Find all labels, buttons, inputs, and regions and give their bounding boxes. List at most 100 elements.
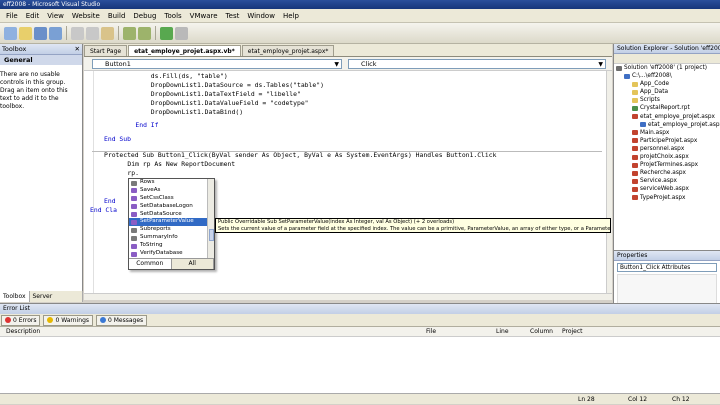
tree-item[interactable]: App_Data [614, 88, 720, 96]
close-icon[interactable]: ✕ [75, 44, 80, 54]
tab-common[interactable]: Common [129, 259, 172, 269]
copy-icon[interactable] [86, 26, 99, 40]
file-icon [632, 138, 638, 144]
menu-bar: File Edit View Website Build Debug Tools… [0, 9, 720, 23]
tree-item[interactable]: ParticipeProjet.aspx [614, 137, 720, 145]
errors-filter-button[interactable]: 0 Errors [1, 314, 41, 326]
completion-item[interactable]: Subreports [129, 226, 208, 234]
tree-item-label: CrystalReport.rpt [640, 105, 690, 112]
messages-filter-button[interactable]: 0 Messages [96, 314, 148, 326]
undo-icon[interactable] [123, 26, 136, 40]
save-all-icon[interactable] [49, 26, 62, 40]
completion-item-selected[interactable]: SetParameterValue [129, 218, 208, 227]
tree-item-label: Scripts [640, 97, 660, 104]
tree-item-label: Service.aspx [640, 178, 677, 185]
method-icon [131, 204, 137, 210]
file-icon [632, 97, 638, 103]
column-line[interactable]: Line [496, 327, 509, 337]
menu-tools[interactable]: Tools [160, 12, 185, 20]
completion-item[interactable]: ToString [129, 242, 208, 250]
column-column[interactable]: Column [530, 327, 553, 337]
tree-item[interactable]: C:\...\eff2008\ [614, 72, 720, 80]
method-icon [131, 196, 137, 202]
completion-item[interactable]: SummaryInfo [129, 234, 208, 242]
tree-item[interactable]: etat_employe_projet.aspx [614, 113, 720, 121]
tree-item[interactable]: personnel.aspx [614, 145, 720, 153]
tree-item[interactable]: etat_employe_projet.aspx.vb [614, 121, 720, 129]
tree-item[interactable]: Recherche.aspx [614, 169, 720, 177]
menu-edit[interactable]: Edit [22, 12, 44, 20]
tab-aspx[interactable]: etat_employe_projet.aspx* [241, 45, 335, 56]
code-line: Protected Sub Button1_Click(ByVal sender… [104, 151, 497, 159]
errors-filter-label: 0 Errors [13, 316, 37, 324]
intellisense-scrollbar[interactable] [207, 179, 214, 259]
tree-item[interactable]: Main.aspx [614, 129, 720, 137]
completion-item[interactable]: SaveAs [129, 187, 208, 195]
column-project[interactable]: Project [562, 327, 583, 337]
redo-icon[interactable] [138, 26, 151, 40]
scrollbar-thumb[interactable] [209, 229, 214, 241]
completion-item[interactable]: VerifyDatabase [129, 250, 208, 258]
code-line: End Cla [90, 206, 117, 214]
menu-debug[interactable]: Debug [129, 12, 160, 20]
completion-item[interactable]: SetDatabaseLogon [129, 203, 208, 211]
completion-label: SetParameterValue [140, 218, 194, 225]
tab-start-page[interactable]: Start Page [84, 45, 128, 56]
start-debug-icon[interactable] [160, 26, 173, 40]
tree-item[interactable]: projetChoix.aspx [614, 153, 720, 161]
completion-label: Subreports [140, 226, 171, 233]
event-dropdown[interactable]: Click ▼ [348, 59, 606, 69]
completion-item[interactable]: Rows [129, 179, 208, 187]
code-line: Dim rp As New ReportDocument [112, 160, 236, 168]
tab-code-behind[interactable]: etat_employe_projet.aspx.vb* [128, 45, 241, 56]
tree-item-label: serviceWeb.aspx [640, 186, 689, 193]
tree-item[interactable]: Service.aspx [614, 177, 720, 185]
menu-file[interactable]: File [2, 12, 22, 20]
menu-build[interactable]: Build [104, 12, 130, 20]
tree-item[interactable]: App_Code [614, 80, 720, 88]
new-project-icon[interactable] [4, 26, 17, 40]
method-icon [131, 251, 137, 257]
find-icon[interactable] [175, 26, 188, 40]
tab-server-explorer[interactable]: Server Explorer [30, 291, 83, 311]
tree-item[interactable]: Scripts [614, 96, 720, 104]
file-icon [632, 105, 638, 111]
tree-item[interactable]: ProjetTermines.aspx [614, 161, 720, 169]
menu-view[interactable]: View [43, 12, 68, 20]
properties-object-combo[interactable]: Button1_Click Attributes [617, 263, 717, 272]
code-line: End [104, 197, 116, 205]
tree-item[interactable]: serviceWeb.aspx [614, 185, 720, 193]
code-line: DropDownList1.DataBind() [120, 108, 244, 116]
open-folder-icon[interactable] [19, 26, 32, 40]
menu-website[interactable]: Website [68, 12, 104, 20]
menu-window[interactable]: Window [243, 12, 279, 20]
solution-explorer: Solution Explorer - Solution 'eff2008' (… [613, 44, 720, 250]
tree-item[interactable]: CrystalReport.rpt [614, 104, 720, 112]
completion-item[interactable]: SetDataSource [129, 211, 208, 219]
toolbox-empty-message: There are no usable controls in this gro… [0, 71, 68, 110]
tab-toolbox[interactable]: Toolbox [0, 291, 30, 302]
warnings-filter-button[interactable]: 0 Warnings [43, 314, 94, 326]
column-description[interactable]: Description [6, 327, 40, 337]
menu-test[interactable]: Test [222, 12, 244, 20]
tree-item[interactable]: Solution 'eff2008' (1 project) [614, 64, 720, 72]
editor-horizontal-scrollbar[interactable] [84, 293, 612, 300]
paste-icon[interactable] [101, 26, 114, 40]
error-list-panel: Error List 0 Errors 0 Warnings 0 Message… [0, 303, 720, 393]
event-dropdown-value: Click [361, 60, 377, 68]
save-icon[interactable] [34, 26, 47, 40]
menu-vmware[interactable]: VMware [186, 12, 222, 20]
tree-item[interactable]: TypeProjet.aspx [614, 194, 720, 202]
editor-vertical-scrollbar[interactable] [606, 71, 612, 293]
property-icon [131, 227, 137, 233]
completion-item[interactable]: SetCssClass [129, 195, 208, 203]
solution-explorer-toolbar [614, 54, 720, 64]
cut-icon[interactable] [71, 26, 84, 40]
object-dropdown[interactable]: Button1 ▼ [92, 59, 342, 69]
menu-help[interactable]: Help [279, 12, 303, 20]
column-file[interactable]: File [426, 327, 436, 337]
method-icon [131, 219, 137, 225]
file-icon [632, 195, 638, 200]
tab-all[interactable]: All [172, 259, 214, 269]
toolbox-section-general[interactable]: General [0, 55, 82, 65]
